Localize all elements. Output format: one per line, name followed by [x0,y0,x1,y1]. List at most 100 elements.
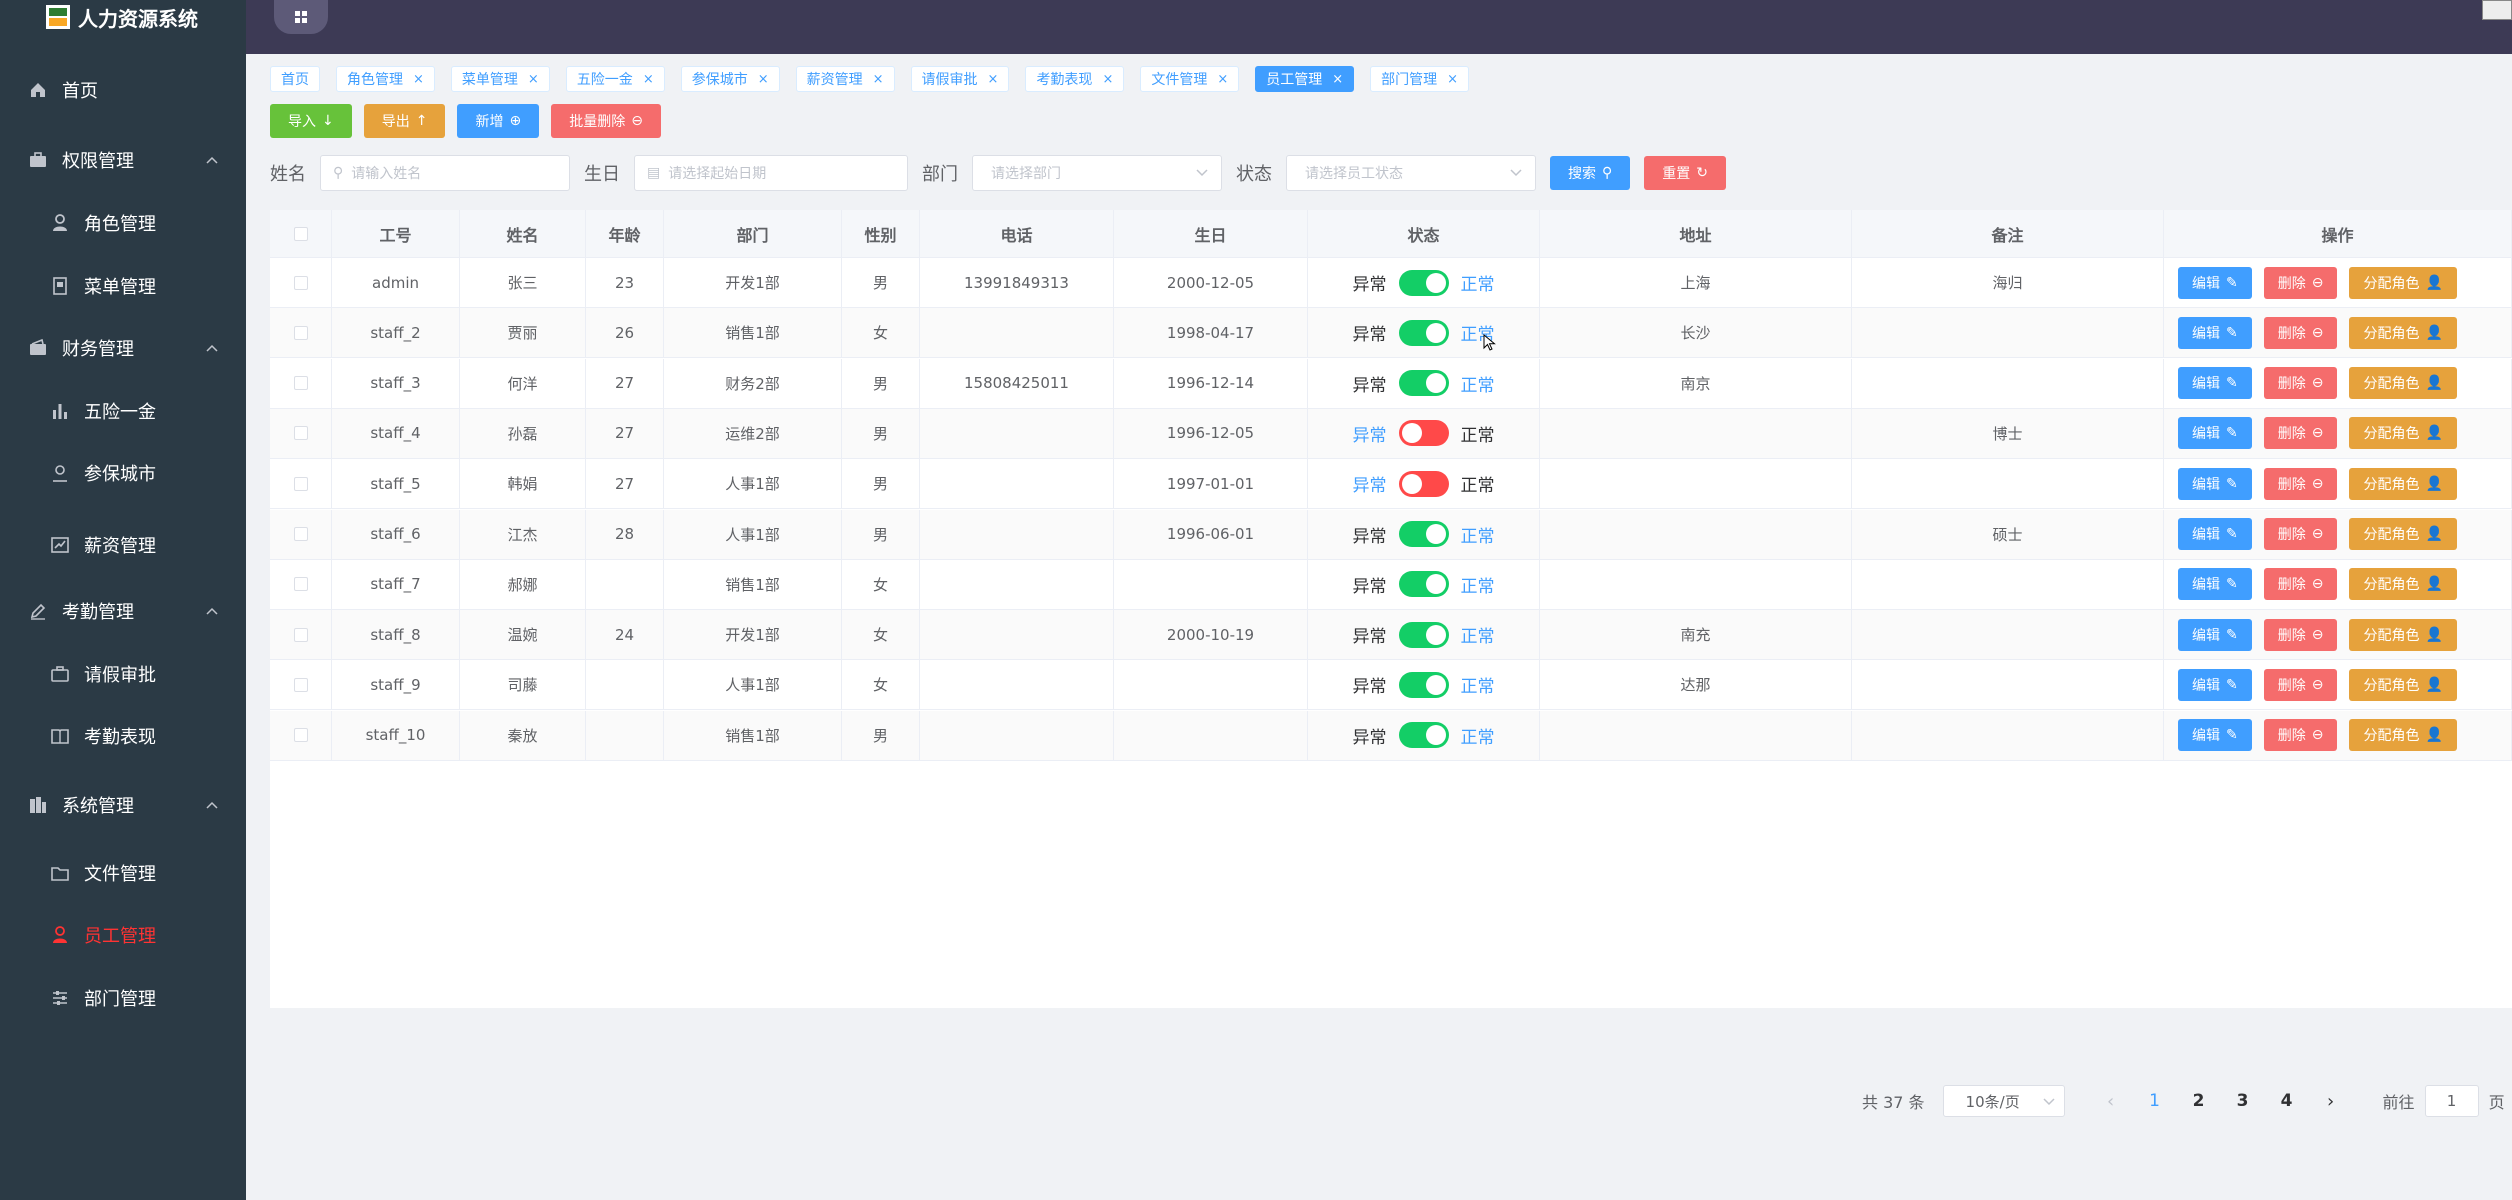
delete-button[interactable]: 删除 ⊖ [2263,467,2338,500]
page-2-button[interactable]: 2 [2177,1091,2221,1111]
add-button[interactable]: 新增 ⊕ [457,104,540,138]
prev-page-button[interactable]: ‹ [2089,1091,2133,1112]
close-icon[interactable]: × [643,72,654,87]
sidebar-item[interactable]: 员工管理 [0,915,246,955]
status-toggle[interactable] [1398,621,1449,648]
row-checkbox[interactable] [293,728,308,743]
tab-page[interactable]: 参保城市 × [680,66,780,92]
edit-button[interactable]: 编辑 ✎ [2178,568,2252,601]
sidebar-item[interactable]: 薪资管理 [0,525,246,565]
status-toggle[interactable] [1398,571,1449,598]
close-icon[interactable]: × [528,72,539,87]
sidebar-item[interactable]: 五险一金 [0,391,246,431]
status-toggle[interactable] [1398,671,1449,698]
assign-role-button[interactable]: 分配角色 👤 [2349,668,2457,701]
close-icon[interactable]: × [413,72,424,87]
export-button[interactable]: 导出 ↑ [363,104,446,138]
tab-page[interactable]: 菜单管理 × [450,66,550,92]
row-checkbox[interactable] [293,376,308,391]
assign-role-button[interactable]: 分配角色 👤 [2349,467,2457,500]
tab-page[interactable]: 考勤表现 × [1025,66,1125,92]
delete-button[interactable]: 删除 ⊖ [2263,316,2338,349]
close-icon[interactable]: × [988,72,999,87]
birthday-picker[interactable]: ▤ 请选择起始日期 [634,155,908,191]
edit-button[interactable]: 编辑 ✎ [2178,367,2252,400]
status-toggle[interactable] [1398,319,1449,346]
status-toggle[interactable] [1398,521,1449,547]
row-checkbox[interactable] [293,325,308,340]
status-toggle[interactable] [1398,420,1449,447]
close-icon[interactable]: × [1102,72,1113,87]
delete-button[interactable]: 删除 ⊖ [2263,367,2338,400]
close-icon[interactable]: × [1447,72,1458,87]
tab-page[interactable]: 五险一金 × [565,66,665,92]
tab-page[interactable]: 部门管理 × [1370,66,1470,92]
status-select[interactable]: 请选择员工状态 [1286,155,1536,191]
row-checkbox[interactable] [293,577,308,592]
delete-button[interactable]: 删除 ⊖ [2263,518,2338,550]
app-grid-button[interactable] [274,0,328,34]
sidebar-item[interactable]: 首页 [0,70,246,110]
sidebar-item[interactable]: 系统管理 [0,785,246,825]
dept-select[interactable]: 请选择部门 [972,155,1222,191]
assign-role-button[interactable]: 分配角色 👤 [2349,316,2457,349]
row-checkbox[interactable] [293,527,308,541]
search-button[interactable]: 搜索 ⚲ [1550,156,1631,190]
tab-page[interactable]: 请假审批 × [910,66,1010,92]
sidebar-item[interactable]: 角色管理 [0,203,246,243]
name-input[interactable]: ⚲ 请输入姓名 [320,155,570,191]
edit-button[interactable]: 编辑 ✎ [2178,266,2252,299]
select-all-checkbox[interactable] [293,226,308,241]
delete-button[interactable]: 删除 ⊖ [2263,618,2338,651]
row-checkbox[interactable] [293,275,308,290]
sidebar-item[interactable]: 考勤管理 [0,591,246,631]
page-4-button[interactable]: 4 [2265,1091,2309,1111]
import-button[interactable]: 导入 ↓ [270,104,352,138]
next-page-button[interactable]: › [2309,1091,2353,1112]
delete-button[interactable]: 删除 ⊖ [2263,568,2338,601]
delete-button[interactable]: 删除 ⊖ [2263,417,2338,450]
reset-button[interactable]: 重置 ↻ [1644,156,1726,190]
edit-button[interactable]: 编辑 ✎ [2178,719,2252,752]
delete-button[interactable]: 删除 ⊖ [2263,719,2338,752]
user-avatar[interactable] [2482,0,2512,20]
goto-page-input[interactable]: 1 [2424,1085,2479,1117]
close-icon[interactable]: × [873,72,884,87]
assign-role-button[interactable]: 分配角色 👤 [2349,417,2457,450]
page-1-button[interactable]: 1 [2133,1091,2177,1111]
sidebar-item[interactable]: 请假审批 [0,654,246,694]
sidebar-item[interactable]: 文件管理 [0,853,246,893]
assign-role-button[interactable]: 分配角色 👤 [2349,719,2457,752]
assign-role-button[interactable]: 分配角色 👤 [2349,266,2457,299]
delete-button[interactable]: 删除 ⊖ [2263,266,2338,299]
sidebar-item[interactable]: 权限管理 [0,140,246,180]
assign-role-button[interactable]: 分配角色 👤 [2349,568,2457,601]
edit-button[interactable]: 编辑 ✎ [2178,417,2252,450]
tab-home[interactable]: 首页 [270,66,320,92]
edit-button[interactable]: 编辑 ✎ [2178,618,2252,651]
status-toggle[interactable] [1398,470,1449,497]
sidebar-item[interactable]: 考勤表现 [0,716,246,756]
close-icon[interactable]: × [1217,72,1228,87]
page-size-select[interactable]: 10条/页 [1942,1085,2065,1117]
row-checkbox[interactable] [293,627,308,642]
edit-button[interactable]: 编辑 ✎ [2178,518,2252,550]
status-toggle[interactable] [1398,269,1449,296]
row-checkbox[interactable] [293,476,308,491]
tab-page[interactable]: 角色管理 × [336,66,435,92]
edit-button[interactable]: 编辑 ✎ [2178,668,2252,701]
assign-role-button[interactable]: 分配角色 👤 [2349,618,2457,651]
batch-delete-button[interactable]: 批量删除 ⊖ [551,104,661,138]
sidebar-item[interactable]: 部门管理 [0,978,246,1018]
status-toggle[interactable] [1398,370,1449,397]
close-icon[interactable]: × [1332,72,1343,87]
page-3-button[interactable]: 3 [2221,1091,2265,1111]
edit-button[interactable]: 编辑 ✎ [2178,467,2252,500]
tab-page[interactable]: 员工管理 × [1255,66,1355,92]
row-checkbox[interactable] [293,426,308,441]
status-toggle[interactable] [1398,722,1449,749]
tab-page[interactable]: 薪资管理 × [795,66,895,92]
sidebar-item[interactable]: 参保城市 [0,453,246,493]
assign-role-button[interactable]: 分配角色 👤 [2349,518,2457,550]
row-checkbox[interactable] [293,677,308,692]
